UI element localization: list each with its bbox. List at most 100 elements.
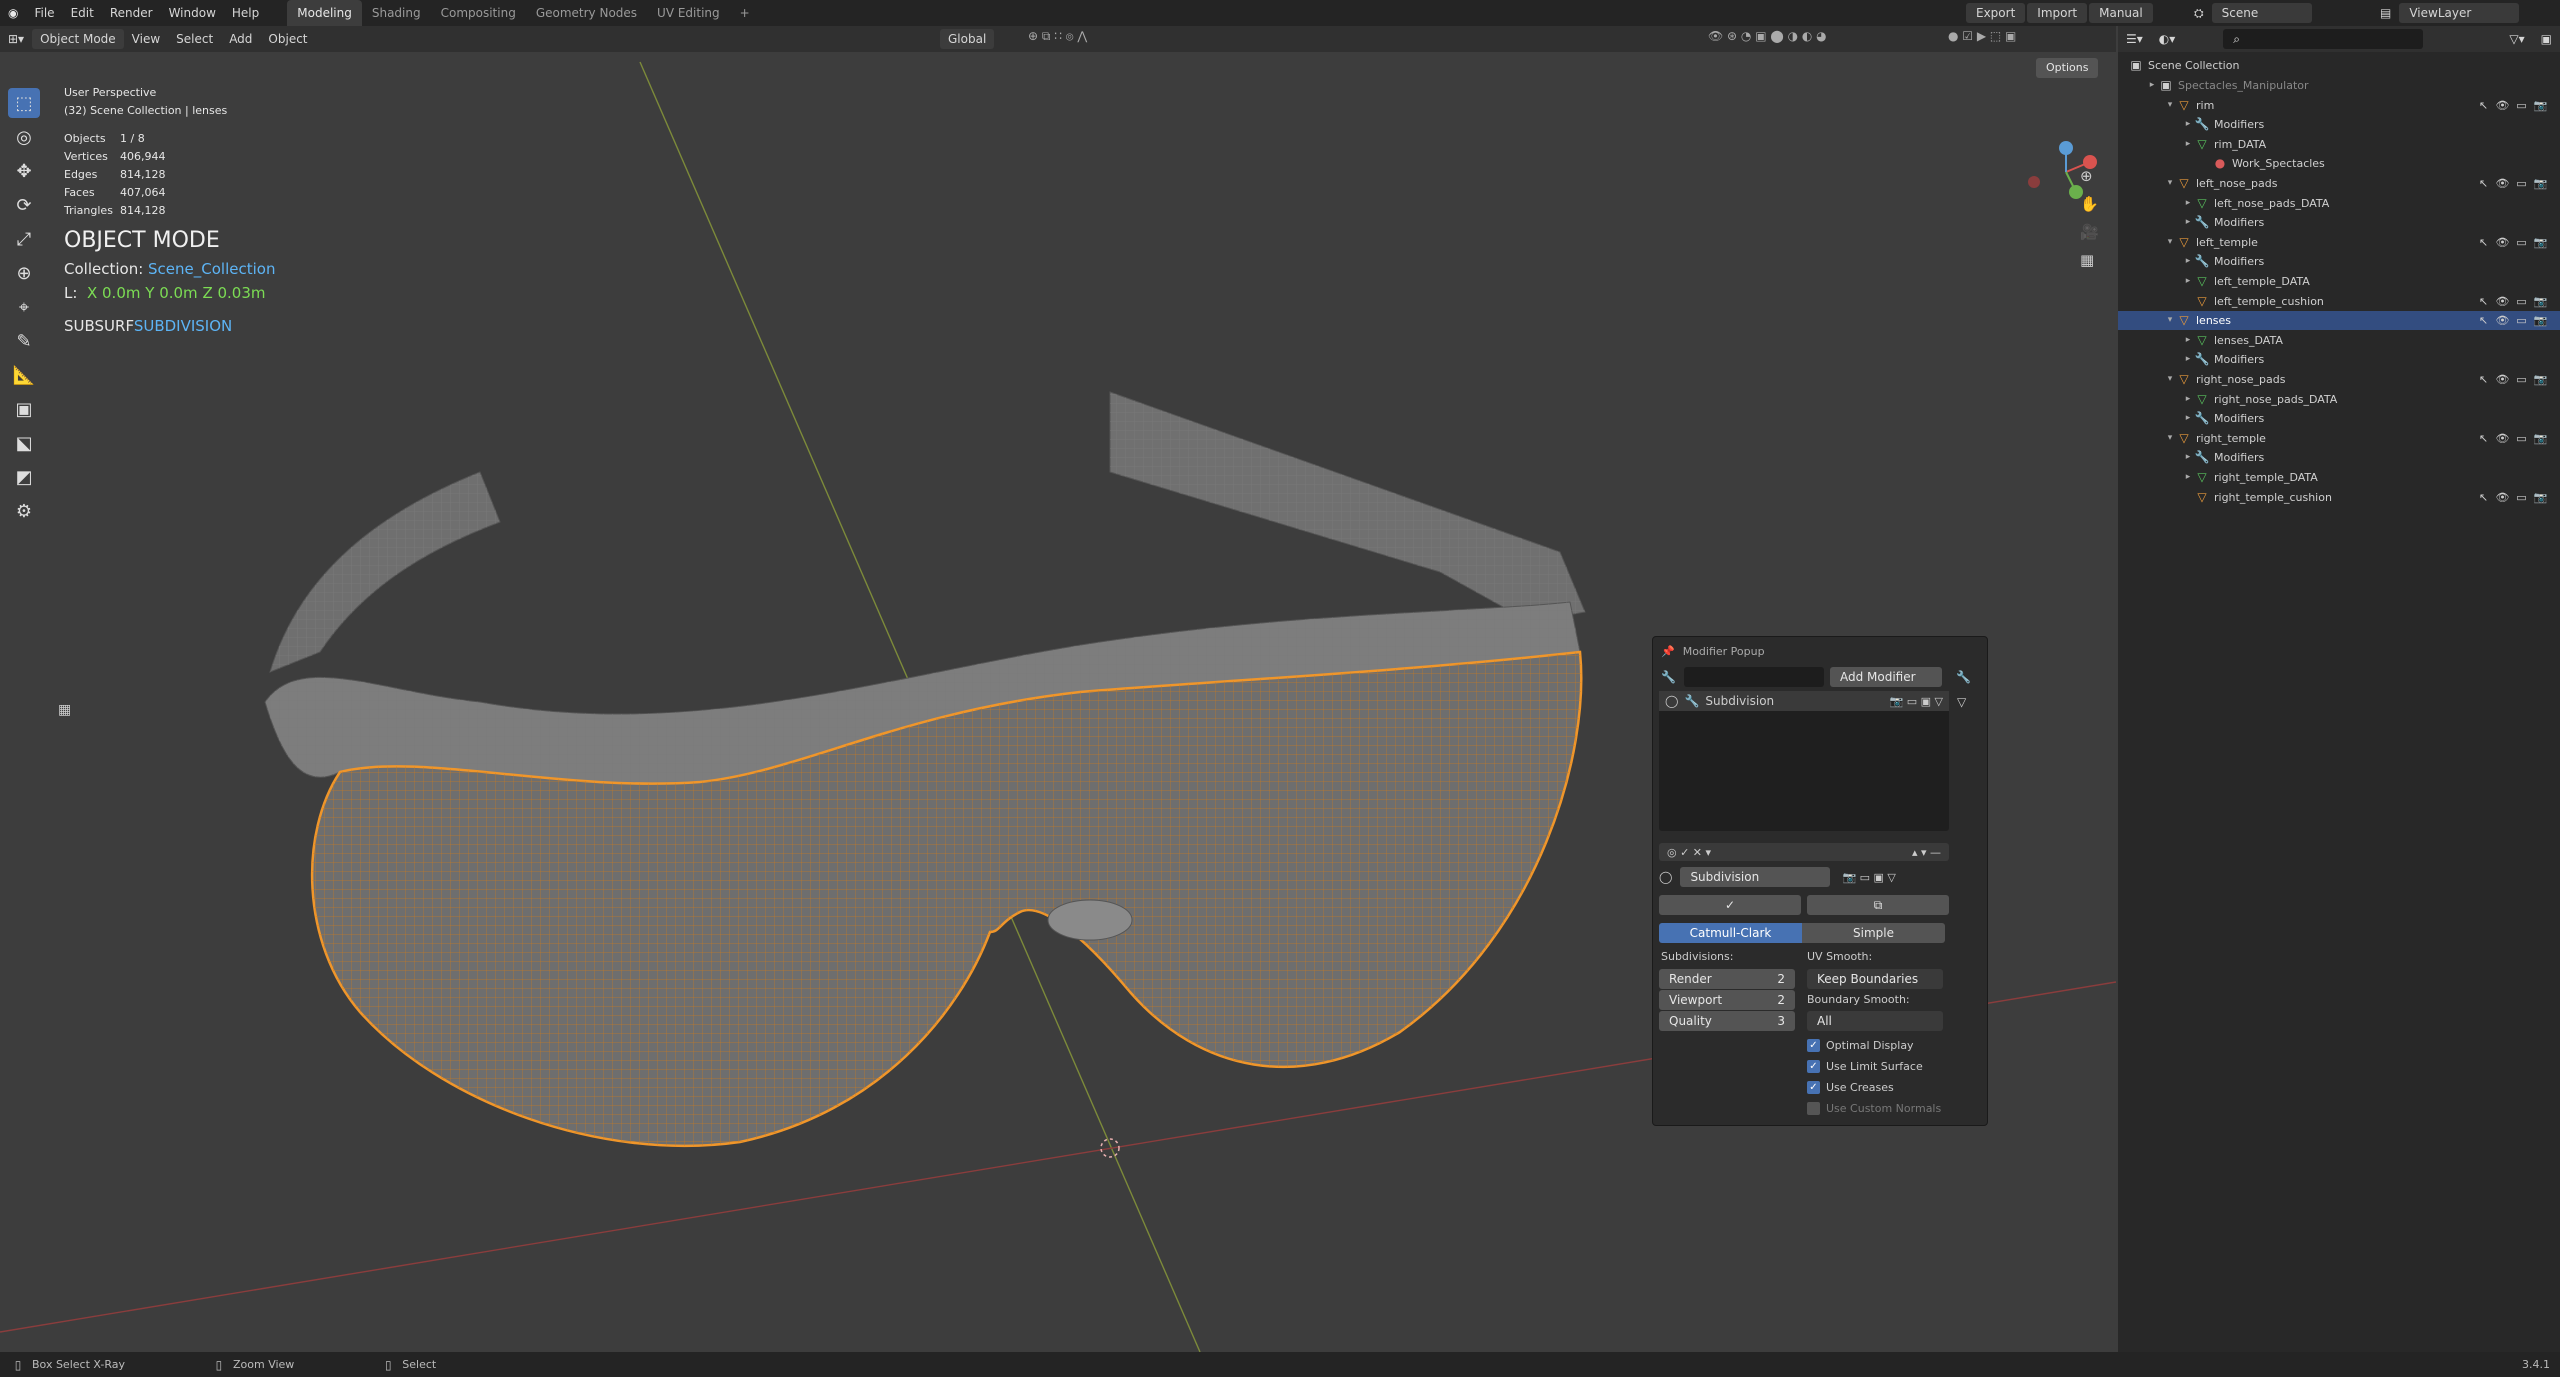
- view-layer-selector[interactable]: ViewLayer: [2399, 3, 2520, 23]
- modifier-toggle-icon[interactable]: ◯: [1659, 870, 1672, 884]
- toggle-icon[interactable]: ◯: [1665, 694, 1678, 708]
- expand-triangle-icon[interactable]: ▸: [2182, 135, 2194, 154]
- outliner-row[interactable]: ▸ 🔧 Modifiers: [2118, 115, 2560, 134]
- modifier-search-field[interactable]: [1683, 667, 1824, 687]
- orientation-dropdown[interactable]: Global: [940, 29, 995, 49]
- manual-button[interactable]: Manual: [2089, 3, 2153, 23]
- outliner-row[interactable]: ● Work_Spectacles: [2118, 154, 2560, 173]
- expand-triangle-icon[interactable]: ▸: [2182, 194, 2194, 213]
- list-ops-icons[interactable]: ◎ ✓ ✕ ▾: [1667, 846, 1711, 859]
- boundary-smooth-dropdown[interactable]: All: [1807, 1011, 1943, 1031]
- pan-hand-icon[interactable]: ✋: [2080, 195, 2099, 213]
- outliner-search-input[interactable]: ⌕: [2223, 29, 2424, 49]
- filter-icon[interactable]: ▽▾: [2501, 32, 2532, 46]
- menu-render[interactable]: Render: [102, 0, 161, 26]
- outliner-row[interactable]: ▸ 🔧 Modifiers: [2118, 252, 2560, 271]
- modifier-name-visibility-icons[interactable]: 📷 ▭ ▣ ▽: [1842, 871, 1895, 884]
- zoom-icon[interactable]: ⊕: [2080, 167, 2099, 185]
- tab-geometry-nodes[interactable]: Geometry Nodes: [526, 0, 647, 26]
- expand-triangle-icon[interactable]: ▸: [2182, 115, 2194, 134]
- cursor-tool-icon[interactable]: ◎: [8, 122, 40, 152]
- extra-tool-2-icon[interactable]: ◩: [8, 462, 40, 492]
- modifier-name-field[interactable]: Subdivision: [1680, 867, 1831, 887]
- transform-tool-icon[interactable]: ⊕: [8, 258, 40, 288]
- tab-compositing[interactable]: Compositing: [431, 0, 526, 26]
- expand-triangle-icon[interactable]: ▸: [2182, 409, 2194, 428]
- expand-triangle-icon[interactable]: ▾: [2164, 96, 2176, 115]
- outliner-row[interactable]: ▽ left_temple_cushion ↖ 👁 ▭ 📷: [2118, 292, 2560, 311]
- expand-triangle-icon[interactable]: ▸: [2182, 272, 2194, 291]
- outliner-row[interactable]: ▸ 🔧 Modifiers: [2118, 448, 2560, 467]
- options-dropdown[interactable]: Options: [2036, 58, 2099, 78]
- visibility-toggles[interactable]: ↖ 👁 ▭ 📷: [2474, 233, 2550, 252]
- sidebar-toggle-icon[interactable]: ▦: [58, 702, 71, 718]
- apply-button[interactable]: ✓: [1659, 895, 1801, 915]
- scale-tool-icon[interactable]: ⤢: [8, 224, 40, 254]
- wrench-settings-icon[interactable]: 🔧: [1956, 670, 1971, 684]
- filter-icons[interactable]: ● ☑ ▶ ⬚ ▣: [1940, 29, 2024, 43]
- import-button[interactable]: Import: [2027, 3, 2088, 23]
- outliner-row[interactable]: ▸ 🔧 Modifiers: [2118, 213, 2560, 232]
- optimal-display-checkbox[interactable]: ✓ Optimal Display: [1807, 1039, 1914, 1052]
- editor-type-icon[interactable]: ⊞▾: [0, 32, 32, 46]
- outliner-row[interactable]: ▸ ▽ left_nose_pads_DATA: [2118, 194, 2560, 213]
- expand-triangle-icon[interactable]: ▸: [2182, 390, 2194, 409]
- scene-selector[interactable]: Scene: [2211, 3, 2312, 23]
- measure-tool-icon[interactable]: 📐: [8, 360, 40, 390]
- viewport-levels-field[interactable]: Viewport 2: [1659, 990, 1795, 1010]
- list-move-icons[interactable]: ▴ ▾ —: [1912, 846, 1941, 859]
- outliner-row[interactable]: ▸ ▽ right_temple_DATA: [2118, 468, 2560, 487]
- expand-triangle-icon[interactable]: ▾: [2164, 429, 2176, 448]
- expand-triangle-icon[interactable]: ▸: [2182, 252, 2194, 271]
- quality-field[interactable]: Quality 3: [1659, 1011, 1795, 1031]
- visibility-toggles[interactable]: ↖ 👁 ▭ 📷: [2474, 174, 2550, 193]
- expand-triangle-icon[interactable]: ▾: [2164, 233, 2176, 252]
- outliner-row[interactable]: ▽ right_temple_cushion ↖ 👁 ▭ 📷: [2118, 488, 2560, 507]
- outliner-row[interactable]: ▸ 🔧 Modifiers: [2118, 350, 2560, 369]
- blender-logo-icon[interactable]: ◉: [0, 0, 26, 26]
- render-levels-field[interactable]: Render 2: [1659, 969, 1795, 989]
- pin-icon[interactable]: 📌: [1661, 645, 1675, 658]
- extra-tool-1-icon[interactable]: ⬕: [8, 428, 40, 458]
- select-box-tool-icon[interactable]: ⬚: [8, 88, 40, 118]
- expand-triangle-icon[interactable]: ▾: [2164, 311, 2176, 330]
- outliner-row[interactable]: ▾ ▽ left_temple ↖ 👁 ▭ 📷: [2118, 233, 2560, 252]
- copy-button[interactable]: ⧉: [1807, 895, 1949, 915]
- outliner-row[interactable]: ▸ ▽ rim_DATA: [2118, 135, 2560, 154]
- visibility-toggles[interactable]: ↖ 👁 ▭ 📷: [2474, 370, 2550, 389]
- camera-icon[interactable]: 🎥: [2080, 223, 2099, 241]
- outliner-row[interactable]: ▸ ▽ lenses_DATA: [2118, 331, 2560, 350]
- overlay-icons[interactable]: 👁 ⊛ ◔ ▣ ⬤ ◑ ◐ ◕: [1700, 29, 1835, 43]
- scene-collection-row[interactable]: ▣ Scene Collection: [2118, 56, 2560, 75]
- add-cube-tool-icon[interactable]: ▣: [8, 394, 40, 424]
- snap-icon[interactable]: ⊕ ⧉ ∷ ⦾ ⋀: [1020, 29, 1095, 44]
- tab-uv-editing[interactable]: UV Editing: [647, 0, 730, 26]
- outliner-row[interactable]: ▾ ▽ lenses ↖ 👁 ▭ 📷: [2118, 311, 2560, 331]
- outliner-row[interactable]: ▸ 🔧 Modifiers: [2118, 409, 2560, 428]
- simple-button[interactable]: Simple: [1802, 923, 1945, 943]
- expand-triangle-icon[interactable]: ▸: [2182, 213, 2194, 232]
- outliner-row[interactable]: ▾ ▽ right_nose_pads ↖ 👁 ▭ 📷: [2118, 370, 2560, 389]
- tab-modeling[interactable]: Modeling: [287, 0, 362, 26]
- grid-icon[interactable]: ▦: [2080, 251, 2099, 269]
- mode-dropdown[interactable]: Object Mode: [32, 29, 124, 49]
- menu-select[interactable]: Select: [168, 32, 221, 46]
- modifier-list-item[interactable]: ◯ 🔧 Subdivision 📷 ▭ ▣ ▽: [1659, 691, 1949, 711]
- filter-icon[interactable]: ▽: [1957, 695, 1966, 709]
- export-button[interactable]: Export: [1966, 3, 2026, 23]
- use-custom-normals-checkbox[interactable]: Use Custom Normals: [1807, 1102, 1941, 1115]
- menu-view[interactable]: View: [124, 32, 168, 46]
- outliner-row[interactable]: ▾ ▽ rim ↖ 👁 ▭ 📷: [2118, 96, 2560, 115]
- cad-tool-icon[interactable]: ⌖: [8, 292, 40, 322]
- menu-edit[interactable]: Edit: [63, 0, 102, 26]
- expand-triangle-icon[interactable]: ▸: [2182, 331, 2194, 350]
- annotate-tool-icon[interactable]: ✎: [8, 326, 40, 356]
- use-limit-surface-checkbox[interactable]: ✓ Use Limit Surface: [1807, 1060, 1923, 1073]
- tab-shading[interactable]: Shading: [362, 0, 431, 26]
- menu-help[interactable]: Help: [224, 0, 267, 26]
- rotate-tool-icon[interactable]: ⟳: [8, 190, 40, 220]
- catmull-clark-button[interactable]: Catmull-Clark: [1659, 923, 1802, 943]
- use-creases-checkbox[interactable]: ✓ Use Creases: [1807, 1081, 1894, 1094]
- visibility-toggles[interactable]: ↖ 👁 ▭ 📷: [2474, 96, 2550, 115]
- menu-object[interactable]: Object: [260, 32, 315, 46]
